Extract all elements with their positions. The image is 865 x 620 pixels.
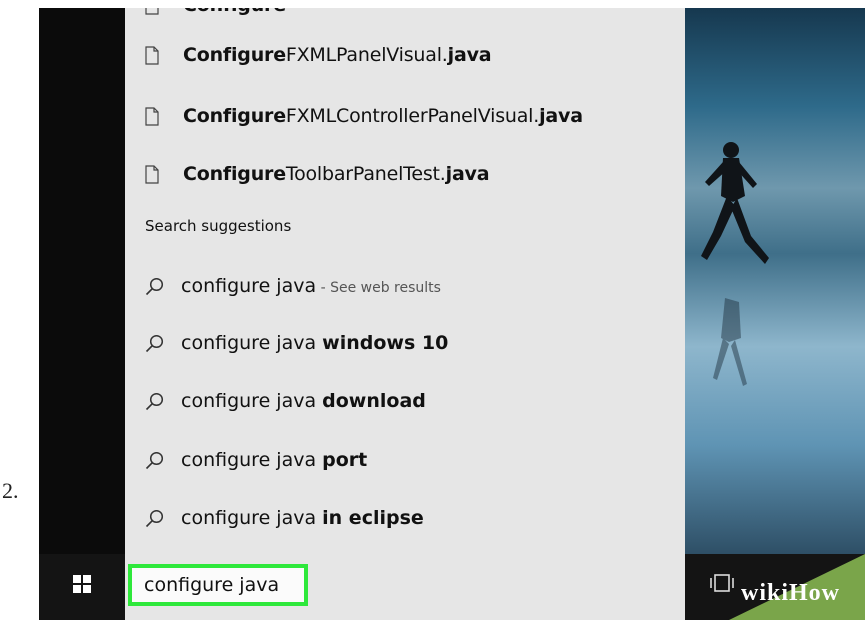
file-icon — [145, 164, 159, 184]
suggestion-item[interactable]: configure java download — [145, 386, 426, 416]
start-button[interactable] — [39, 554, 125, 620]
desktop-wallpaper — [685, 8, 865, 554]
start-search-panel: Configure ConfigureFXMLPanelVisual.java … — [125, 8, 685, 554]
suggestion-label: configure java - See web results — [181, 275, 441, 297]
file-result[interactable]: ConfigureToolbarPanelTest.java — [145, 159, 490, 189]
suggestion-label: configure java download — [181, 390, 426, 412]
suggestion-label: configure java port — [181, 449, 368, 471]
taskbar-search-box — [125, 554, 685, 620]
search-icon — [145, 334, 164, 352]
taskbar: wikiHow — [39, 554, 865, 620]
suggestion-label: configure java in eclipse — [181, 507, 424, 529]
suggestion-item[interactable]: configure java port — [145, 445, 367, 475]
step-number: 2. — [2, 478, 19, 503]
search-input-highlight — [128, 564, 308, 606]
windows-logo-icon — [73, 575, 91, 593]
screenshot-area: Configure ConfigureFXMLPanelVisual.java … — [39, 8, 865, 620]
file-result-label: ConfigureFXMLPanelVisual.java — [183, 44, 492, 66]
file-icon — [145, 106, 159, 126]
file-icon — [145, 45, 159, 65]
file-result-label: ConfigureToolbarPanelTest.java — [183, 163, 490, 185]
search-icon — [145, 277, 164, 295]
suggestion-item[interactable]: configure java in eclipse — [145, 503, 424, 533]
runner-image — [701, 142, 769, 264]
runner-reflection-image — [713, 298, 747, 386]
file-icon — [145, 8, 159, 15]
suggestion-hint: - See web results — [316, 280, 441, 296]
file-result-partial[interactable]: Configure — [145, 8, 286, 20]
search-icon — [145, 509, 164, 527]
desktop-left-strip — [39, 8, 125, 554]
wikihow-watermark: wikiHow — [741, 580, 841, 606]
suggestion-item[interactable]: configure java windows 10 — [145, 328, 448, 358]
file-result-label: Configure — [183, 8, 286, 16]
suggestion-label: configure java windows 10 — [181, 332, 449, 354]
search-icon — [145, 392, 164, 410]
file-result[interactable]: ConfigureFXMLControllerPanelVisual.java — [145, 101, 583, 131]
suggestion-item[interactable]: configure java - See web results — [145, 271, 441, 301]
search-input[interactable] — [144, 574, 304, 596]
search-suggestions-heading: Search suggestions — [145, 217, 292, 235]
file-result[interactable]: ConfigureFXMLPanelVisual.java — [145, 40, 492, 70]
file-result-label: ConfigureFXMLControllerPanelVisual.java — [183, 105, 583, 127]
search-icon — [145, 451, 164, 469]
